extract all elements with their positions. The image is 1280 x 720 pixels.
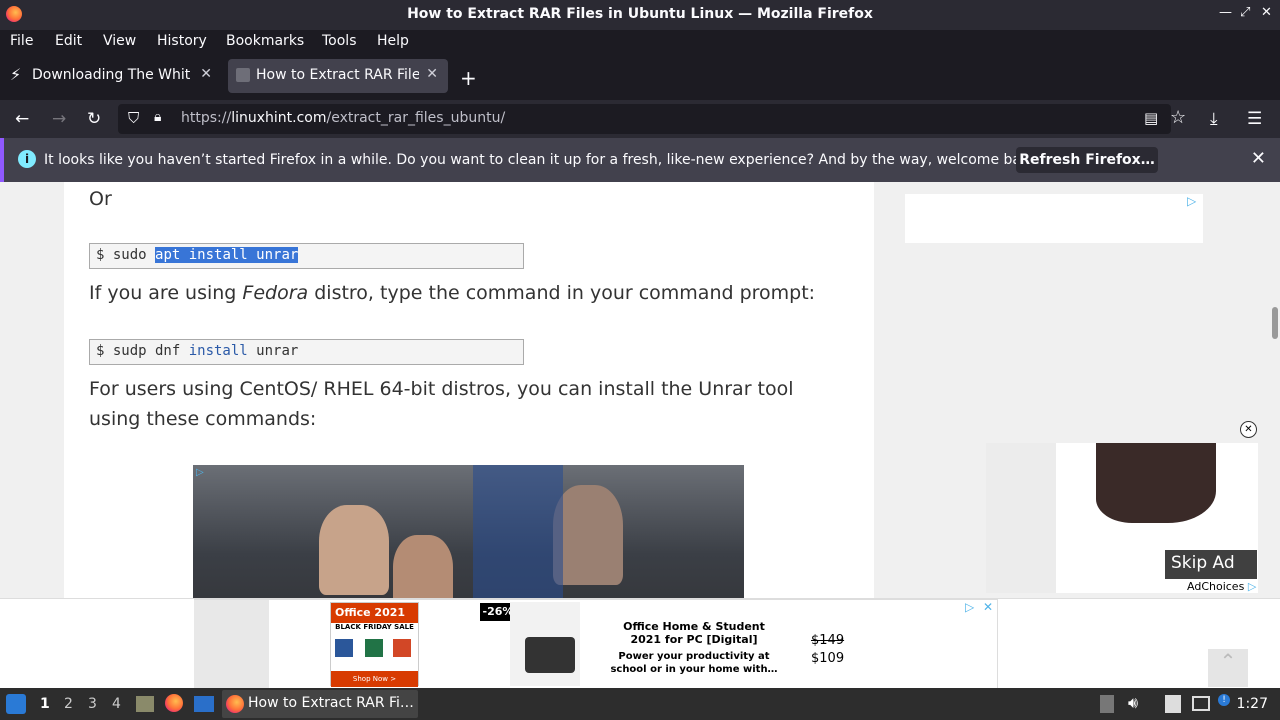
shield-icon[interactable]: ⛉ <box>128 109 139 127</box>
code-block-apt: $ sudo apt install unrar <box>89 243 524 269</box>
lightning-icon: ⚡ <box>10 65 22 84</box>
firefox-launcher-icon[interactable] <box>165 694 183 712</box>
powerpoint-icon <box>393 639 411 657</box>
reload-icon[interactable]: ↻ <box>87 109 101 129</box>
old-price: $149 <box>811 633 845 648</box>
video-frame-left <box>986 443 1056 593</box>
tab-extract-rar[interactable]: How to Extract RAR Files in Ubuntu ✕ <box>228 59 448 93</box>
window-titlebar: How to Extract RAR Files in Ubuntu Linux… <box>0 0 1280 30</box>
refresh-firefox-button[interactable]: Refresh Firefox… <box>1016 147 1158 173</box>
notification-bar: i It looks like you haven’t started Fire… <box>0 138 1280 182</box>
close-window-icon[interactable]: ✕ <box>1261 5 1272 20</box>
word-icon <box>335 639 353 657</box>
new-price: $109 <box>811 651 845 666</box>
taskbar-window-firefox[interactable]: How to Extract RAR Fi… <box>222 690 418 718</box>
adchoices-icon[interactable]: ▷ <box>196 467 208 479</box>
banner-ad-frame[interactable]: Office 2021 BLACK FRIDAY SALE Shop Now >… <box>194 599 998 689</box>
bookmark-star-icon[interactable]: ☆ <box>1170 107 1186 128</box>
window-title: How to Extract RAR Files in Ubuntu Linux… <box>407 6 873 22</box>
volume-icon[interactable]: 🔊︎ <box>1128 693 1138 713</box>
scrollbar-thumb[interactable] <box>1272 307 1278 339</box>
office-brand: Office 2021 <box>331 603 418 623</box>
forward-icon[interactable]: → <box>52 109 66 129</box>
restore-icon[interactable]: ⤢ <box>1240 5 1250 20</box>
adchoices-link[interactable]: AdChoices ▷ <box>1187 580 1256 593</box>
navigation-toolbar: ← → ↻ ⛉ 🔒︎ https://linuxhint.com/extract… <box>0 100 1280 138</box>
taskbar: 1 2 3 4 How to Extract RAR Fi… 🔊︎ ! 1:27 <box>0 688 1280 720</box>
menu-bookmarks[interactable]: Bookmarks <box>226 33 304 49</box>
shop-now[interactable]: Shop Now > <box>331 671 418 687</box>
back-icon[interactable]: ← <box>15 109 29 129</box>
workspace-4[interactable]: 4 <box>112 696 121 712</box>
banner-left-image <box>194 600 269 688</box>
paragraph-centos: For users using CentOS/ RHEL 64-bit dist… <box>89 378 794 430</box>
hamburger-menu-icon[interactable]: ☰ <box>1247 109 1262 129</box>
firefox-icon <box>226 695 244 713</box>
new-tab-icon[interactable]: + <box>460 66 477 90</box>
skip-icon: ⏭ <box>1171 573 1187 593</box>
video-frame-dark <box>1096 443 1216 523</box>
notification-icon[interactable]: ! <box>1218 694 1230 706</box>
notification-message: It looks like you haven’t started Firefo… <box>44 152 1043 168</box>
tab-strip: ⚡ Downloading The White House ✕ How to E… <box>0 54 1280 100</box>
close-tab-icon[interactable]: ✕ <box>200 66 212 82</box>
menu-edit[interactable]: Edit <box>55 33 82 49</box>
bottom-banner-ad[interactable]: Office 2021 BLACK FRIDAY SALE Shop Now >… <box>0 598 1280 689</box>
display-icon[interactable] <box>1192 696 1210 711</box>
menu-tools[interactable]: Tools <box>322 33 357 49</box>
skip-ad-button[interactable]: Skip Ad ⏭ <box>1165 550 1257 593</box>
product-description: Power your productivity at school or in … <box>610 651 778 675</box>
info-icon: i <box>18 150 36 168</box>
tab-label: How to Extract RAR Files in Ubuntu <box>256 67 419 83</box>
terminal-icon[interactable] <box>194 696 214 712</box>
workspace-3[interactable]: 3 <box>88 696 97 712</box>
menu-help[interactable]: Help <box>377 33 409 49</box>
adchoices-icon[interactable]: ▷ <box>1187 194 1196 208</box>
close-video-ad-icon[interactable]: ✕ <box>1240 421 1257 438</box>
favicon-icon <box>236 68 250 82</box>
menu-history[interactable]: History <box>157 33 207 49</box>
ad-image-person <box>553 485 623 585</box>
taskbar-window-label: How to Extract RAR Fi… <box>248 695 414 711</box>
text-or: Or <box>89 188 112 210</box>
office-promo-box: Office 2021 BLACK FRIDAY SALE Shop Now > <box>330 602 419 687</box>
product-box-image <box>510 602 580 686</box>
clipboard-icon[interactable] <box>1100 695 1114 713</box>
reader-view-icon[interactable]: ▤ <box>1144 109 1158 127</box>
excel-icon <box>365 639 383 657</box>
close-tab-icon[interactable]: ✕ <box>426 66 438 82</box>
menu-bar: File Edit View History Bookmarks Tools H… <box>0 30 1280 54</box>
laptop-image <box>525 637 575 673</box>
tab-label: Downloading The White House <box>32 67 190 83</box>
files-icon[interactable] <box>136 696 154 712</box>
start-menu-icon[interactable] <box>6 694 26 714</box>
ad-image-person <box>319 505 389 595</box>
minimize-icon[interactable]: — <box>1219 5 1232 20</box>
product-title[interactable]: Office Home & Student 2021 for PC [Digit… <box>614 620 774 646</box>
url-bar[interactable]: ⛉ 🔒︎ https://linuxhint.com/extract_rar_f… <box>118 104 1186 134</box>
url-text[interactable]: https://linuxhint.com/extract_rar_files_… <box>181 110 505 126</box>
close-ad-icon[interactable]: ✕ <box>983 600 993 614</box>
sale-label: BLACK FRIDAY SALE <box>335 623 414 631</box>
workspace-2[interactable]: 2 <box>64 696 73 712</box>
lock-icon[interactable]: 🔒︎ <box>154 109 161 125</box>
paragraph-fedora: If you are using Fedora distro, type the… <box>89 282 816 304</box>
notes-icon[interactable] <box>1165 695 1181 713</box>
tab-downloading[interactable]: ⚡ Downloading The White House ✕ <box>4 59 222 93</box>
menu-view[interactable]: View <box>103 33 136 49</box>
side-ad-slot[interactable]: ▷ <box>905 194 1203 243</box>
scroll-to-top-icon[interactable]: ⌃ <box>1208 649 1248 687</box>
code-block-dnf: $ sudp dnf install unrar <box>89 339 524 365</box>
downloads-icon[interactable]: ⤓ <box>1210 109 1218 129</box>
adchoices-icon[interactable]: ▷ <box>965 600 974 614</box>
clock[interactable]: 1:27 <box>1237 696 1268 712</box>
workspace-1[interactable]: 1 <box>40 696 50 712</box>
menu-file[interactable]: File <box>10 33 33 49</box>
close-notification-icon[interactable]: ✕ <box>1251 148 1266 169</box>
